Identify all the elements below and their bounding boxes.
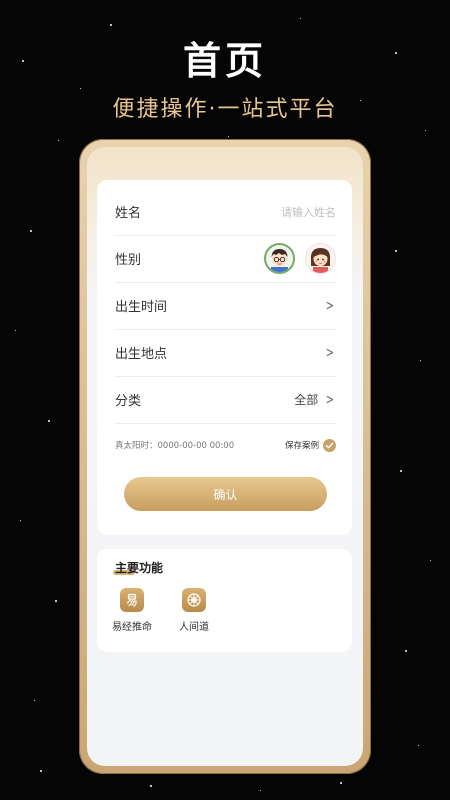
male-avatar-option[interactable] — [264, 243, 295, 274]
chevron-right-icon: > — [326, 344, 335, 361]
gender-label: 性别 — [115, 253, 142, 268]
female-avatar-option[interactable] — [305, 243, 336, 274]
chevron-right-icon: > — [326, 297, 335, 314]
birth-place-label: 出生地点 — [115, 347, 168, 362]
confirm-button[interactable]: 确认 — [124, 477, 327, 511]
function-renjiandao[interactable]: 人间道 — [169, 588, 219, 633]
checkmark-icon[interactable] — [323, 438, 336, 452]
function-yijing[interactable]: 易经推命 — [107, 588, 157, 633]
category-row[interactable]: 分类 全部 > — [115, 376, 336, 424]
name-label: 姓名 — [115, 206, 142, 221]
functions-title: 主要功能 — [115, 561, 164, 575]
birth-time-row[interactable]: 出生时间 > — [115, 282, 336, 330]
birth-time-label: 出生时间 — [115, 300, 168, 315]
save-case-label: 保存案例 — [284, 441, 319, 451]
wheel-icon — [182, 588, 206, 612]
save-case-toggle[interactable]: 保存案例 — [284, 438, 336, 452]
yi-icon — [120, 588, 144, 612]
solar-time-row: 真太阳时：0000-00-00 00:00 保存案例 — [115, 429, 336, 461]
chevron-right-icon: > — [326, 391, 335, 408]
category-label: 分类 — [115, 394, 142, 409]
gender-row: 性别 — [115, 235, 336, 283]
page-title: 首页 — [182, 39, 267, 83]
name-input[interactable]: 请输入姓名 — [281, 204, 336, 220]
functions-title-wrap: 主要功能 — [113, 557, 164, 576]
main-functions-card: 主要功能 易经推命 人间道 — [97, 549, 352, 652]
category-value: 全部 — [294, 393, 319, 407]
phone-frame: 姓名 请输入姓名 性别 出生时间 > 出生地点 > 分类 全部 > 真太阳时：0… — [79, 139, 371, 774]
function-renjiandao-label: 人间道 — [179, 622, 209, 633]
birth-info-form: 姓名 请输入姓名 性别 出生时间 > 出生地点 > 分类 全部 > 真太阳时：0… — [97, 180, 352, 535]
name-row[interactable]: 姓名 请输入姓名 — [115, 188, 336, 236]
solar-time-text: 真太阳时：0000-00-00 00:00 — [115, 441, 235, 451]
phone-screen: 姓名 请输入姓名 性别 出生时间 > 出生地点 > 分类 全部 > 真太阳时：0… — [87, 147, 363, 766]
function-yijing-label: 易经推命 — [112, 622, 152, 633]
birth-place-row[interactable]: 出生地点 > — [115, 329, 336, 377]
page-subtitle: 便捷操作·一站式平台 — [112, 97, 338, 122]
